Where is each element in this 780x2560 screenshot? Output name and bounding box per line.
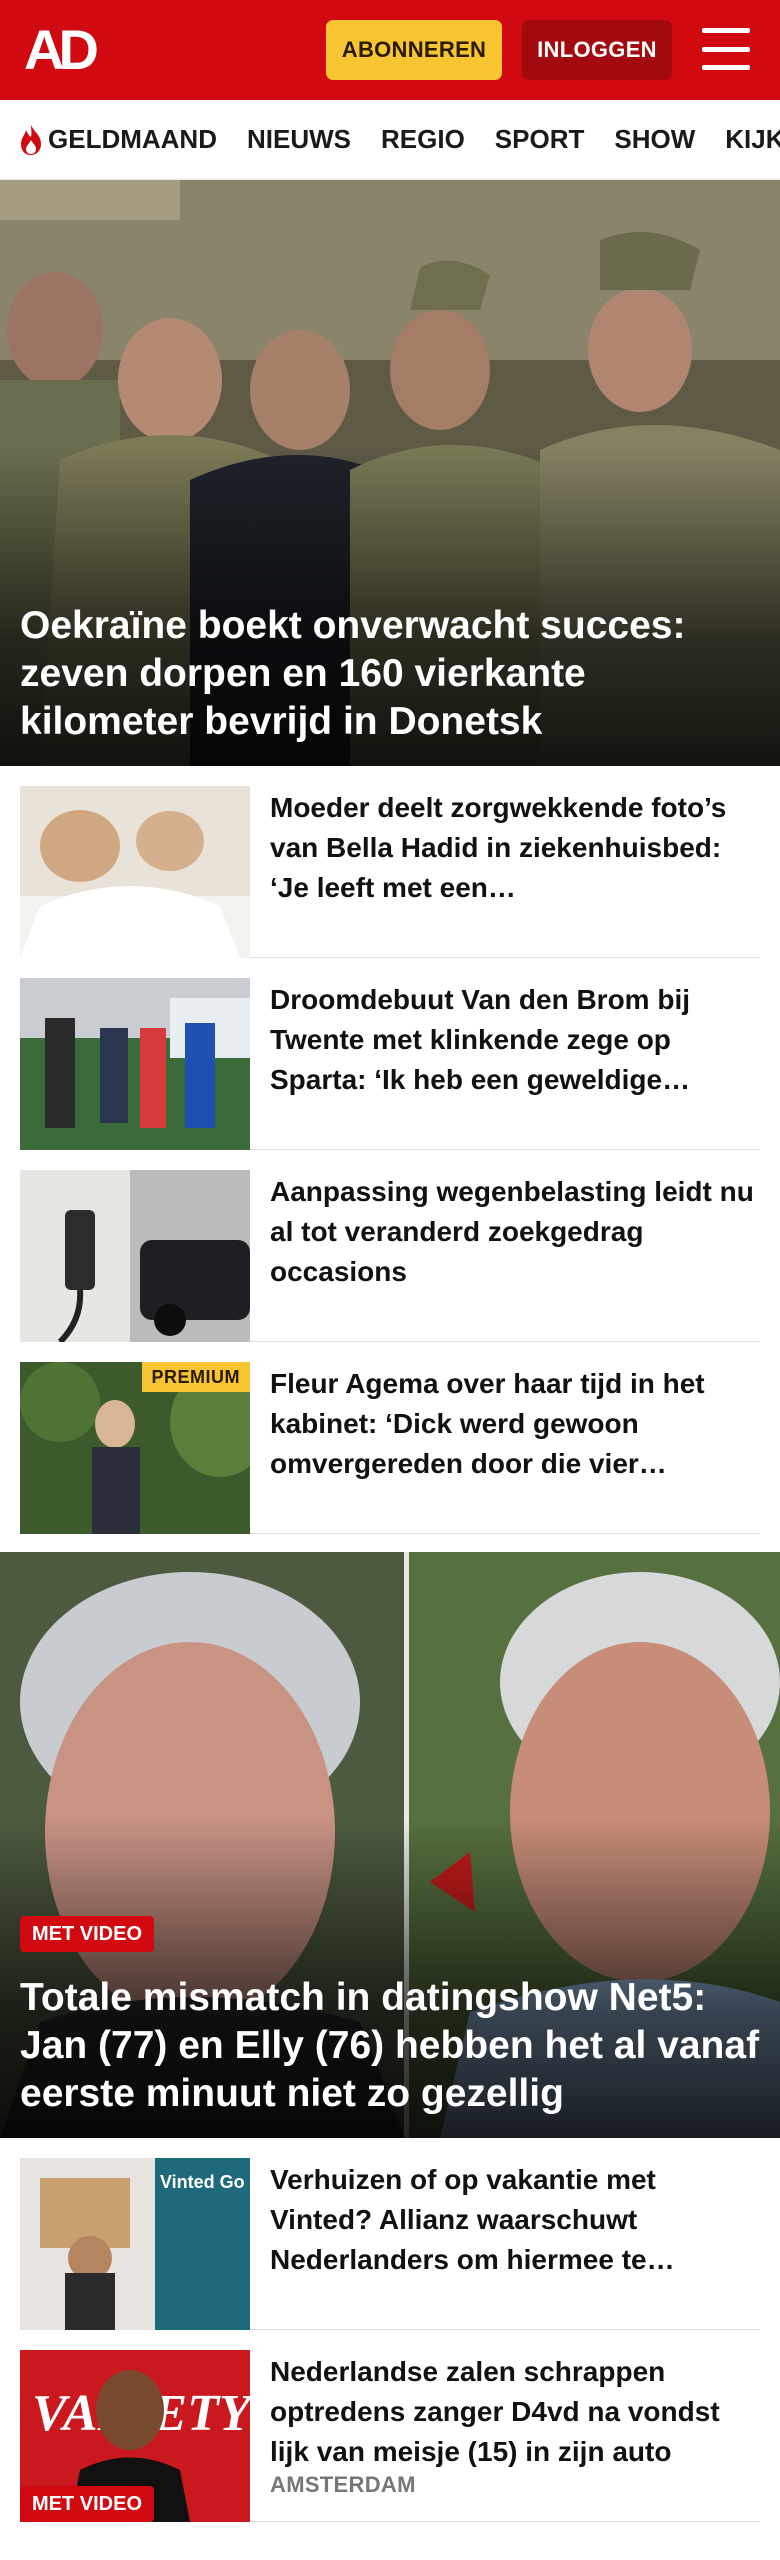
- article-thumbnail: [20, 1170, 250, 1342]
- nav-item-label: SHOW: [614, 124, 696, 154]
- nav-item-label: NIEUWS: [247, 124, 351, 154]
- article-title[interactable]: Droomdebuut Van den Brom bij Twente met …: [270, 980, 760, 1100]
- ad-logo[interactable]: AD: [24, 22, 116, 78]
- hero-article-ukraine[interactable]: Oekraïne boekt onverwacht succes: zeven …: [0, 180, 780, 766]
- nav-item-label: REGIO: [381, 124, 465, 154]
- nav-item-nieuws[interactable]: NIEUWS: [247, 124, 351, 155]
- article-title[interactable]: Verhuizen of op vakantie met Vinted? All…: [270, 2160, 760, 2280]
- nav-item-label: KIJK: [725, 124, 780, 154]
- nav-item-label: SPORT: [494, 124, 585, 154]
- nav-item-show[interactable]: SHOW: [614, 124, 695, 155]
- article-thumbnail: Vinted Go: [20, 2158, 250, 2330]
- menu-icon-bar: [702, 46, 750, 52]
- section-nav: GELDMAAND NIEUWS REGIO SPORT SHOW KIJK: [0, 100, 780, 180]
- list-item[interactable]: Aanpassing wegenbelasting leidt nu al to…: [20, 1150, 760, 1342]
- nav-item-kijk[interactable]: KIJK: [725, 124, 780, 155]
- article-location: AMSTERDAM: [270, 2472, 416, 2497]
- video-badge: MET VIDEO: [20, 2486, 155, 2522]
- hero-title[interactable]: Totale mismatch in datingshow Net5: Jan …: [20, 1974, 760, 2118]
- nav-item-sport[interactable]: SPORT: [495, 124, 585, 155]
- thumbnail-text: Vinted Go: [160, 2172, 245, 2192]
- subscribe-button[interactable]: ABONNEREN: [326, 20, 502, 80]
- list-item[interactable]: Vinted Go Verhuizen of op vakantie met V…: [20, 2138, 760, 2330]
- article-title[interactable]: Nederlandse zalen schrappen optredens za…: [270, 2352, 760, 2472]
- list-item[interactable]: VARIETY MET VIDEO Nederlandse zalen schr…: [20, 2330, 760, 2522]
- article-title[interactable]: Fleur Agema over haar tijd in het kabine…: [270, 1364, 760, 1484]
- video-badge: MET VIDEO: [20, 1916, 155, 1952]
- nav-item-geldmaand[interactable]: GELDMAAND: [18, 123, 217, 157]
- site-header: AD ABONNEREN INLOGGEN: [0, 0, 780, 100]
- article-thumbnail: [20, 786, 250, 958]
- article-thumbnail: VARIETY MET VIDEO: [20, 2350, 250, 2522]
- list-item[interactable]: Moeder deelt zorgwekkende foto’s van Bel…: [20, 766, 760, 958]
- menu-icon-bar: [702, 65, 750, 70]
- login-button[interactable]: INLOGGEN: [522, 20, 672, 80]
- article-thumbnail: [20, 978, 250, 1150]
- article-title[interactable]: Aanpassing wegenbelasting leidt nu al to…: [270, 1172, 760, 1292]
- hero-title[interactable]: Oekraïne boekt onverwacht succes: zeven …: [20, 602, 760, 746]
- list-item[interactable]: Droomdebuut Van den Brom bij Twente met …: [20, 958, 760, 1150]
- flame-icon: [21, 124, 41, 155]
- article-title[interactable]: Moeder deelt zorgwekkende foto’s van Bel…: [270, 788, 760, 908]
- article-thumbnail: PREMIUM: [20, 1362, 250, 1534]
- nav-item-regio[interactable]: REGIO: [381, 124, 465, 155]
- list-item[interactable]: PREMIUM Fleur Agema over haar tijd in he…: [20, 1342, 760, 1534]
- menu-icon-bar: [702, 28, 750, 33]
- nav-item-label: GELDMAAND: [48, 124, 217, 154]
- premium-badge: PREMIUM: [141, 1362, 250, 1392]
- menu-icon[interactable]: [702, 28, 750, 70]
- hero-article-datingshow[interactable]: MET VIDEO Totale mismatch in datingshow …: [0, 1552, 780, 2138]
